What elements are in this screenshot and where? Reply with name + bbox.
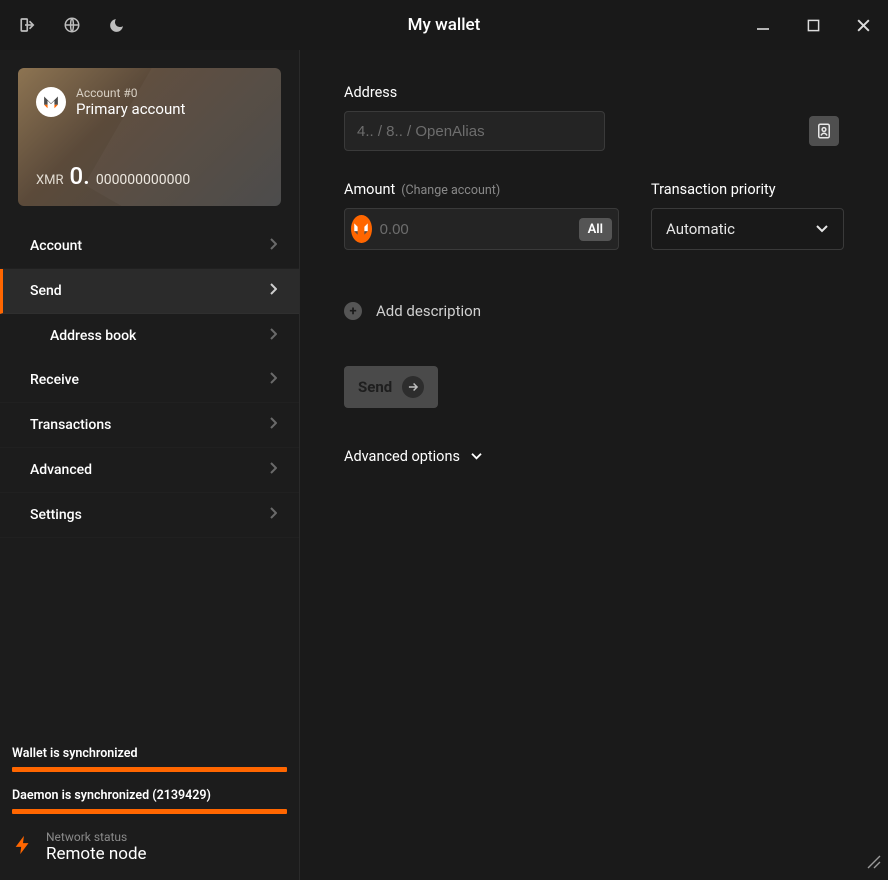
sidebar: Account #0 Primary account XMR 0. 0000000… — [0, 50, 300, 880]
maximize-button[interactable] — [788, 0, 838, 50]
account-name: Primary account — [76, 100, 185, 118]
balance-fraction: 000000000000 — [96, 172, 190, 188]
wallet-sync-bar — [12, 767, 287, 772]
nav-label: Send — [30, 283, 62, 299]
nav-label: Advanced — [30, 462, 92, 478]
advanced-options-toggle[interactable]: Advanced options — [344, 448, 844, 465]
main-panel: Address Amount (Change account) All — [300, 50, 888, 880]
close-button[interactable] — [838, 0, 888, 50]
window-title: My wallet — [408, 15, 481, 35]
nav-receive[interactable]: Receive — [0, 358, 299, 403]
priority-select[interactable]: Automatic — [651, 208, 844, 250]
sidebar-status-area: Wallet is synchronized Daemon is synchro… — [0, 730, 299, 880]
nav-transactions[interactable]: Transactions — [0, 403, 299, 448]
amount-label: Amount — [344, 181, 395, 198]
currency-label: XMR — [36, 173, 64, 188]
chevron-down-icon — [815, 220, 829, 238]
plus-icon: + — [344, 302, 362, 320]
amount-all-button[interactable]: All — [579, 218, 612, 241]
nav-label: Transactions — [30, 417, 111, 433]
account-number-label: Account #0 — [76, 86, 185, 100]
account-card[interactable]: Account #0 Primary account XMR 0. 0000000… — [18, 68, 281, 206]
send-button[interactable]: Send — [344, 366, 438, 408]
bolt-icon — [12, 831, 34, 863]
chevron-down-icon — [470, 448, 483, 465]
sidebar-nav: Account Send Address book Receive — [0, 224, 299, 538]
chevron-right-icon — [269, 462, 277, 478]
nav-label: Receive — [30, 372, 79, 388]
network-status[interactable]: Network status Remote node — [12, 830, 287, 864]
monero-icon — [351, 215, 372, 243]
chevron-right-icon — [269, 328, 277, 344]
chevron-right-icon — [269, 417, 277, 433]
priority-value: Automatic — [666, 220, 735, 238]
nav-account[interactable]: Account — [0, 224, 299, 269]
arrow-right-icon — [402, 376, 424, 398]
chevron-right-icon — [269, 238, 277, 254]
minimize-button[interactable] — [738, 0, 788, 50]
advanced-options-label: Advanced options — [344, 448, 460, 465]
nav-advanced[interactable]: Advanced — [0, 448, 299, 493]
nav-label: Settings — [30, 507, 82, 523]
network-status-label: Network status — [46, 830, 147, 844]
chevron-right-icon — [269, 507, 277, 523]
amount-field: All — [344, 208, 619, 250]
nav-label: Account — [30, 238, 82, 254]
add-description-label: Add description — [376, 302, 481, 320]
address-input[interactable] — [344, 111, 605, 151]
nav-label: Address book — [50, 328, 136, 344]
priority-label: Transaction priority — [651, 181, 844, 198]
daemon-sync-label: Daemon is synchronized (2139429) — [12, 788, 287, 803]
address-label: Address — [344, 84, 844, 101]
resize-handle-icon[interactable] — [866, 854, 882, 874]
logout-icon[interactable] — [18, 15, 38, 35]
send-button-label: Send — [358, 378, 392, 396]
daemon-sync-bar — [12, 809, 287, 814]
globe-icon[interactable] — [62, 15, 82, 35]
nav-settings[interactable]: Settings — [0, 493, 299, 538]
titlebar: My wallet — [0, 0, 888, 50]
nav-address-book[interactable]: Address book — [0, 314, 299, 358]
wallet-sync-label: Wallet is synchronized — [12, 746, 287, 761]
chevron-right-icon — [269, 372, 277, 388]
add-description-button[interactable]: + Add description — [344, 302, 844, 320]
balance-display: XMR 0. 000000000000 — [36, 162, 190, 190]
moon-icon[interactable] — [106, 15, 126, 35]
change-account-link[interactable]: (Change account) — [401, 183, 500, 198]
balance-whole: 0. — [70, 162, 90, 190]
address-book-button[interactable] — [809, 116, 839, 146]
amount-input[interactable] — [380, 221, 579, 238]
network-status-value: Remote node — [46, 844, 147, 864]
chevron-right-icon — [269, 283, 277, 299]
nav-send[interactable]: Send — [0, 269, 299, 314]
monero-logo-icon — [36, 87, 66, 117]
